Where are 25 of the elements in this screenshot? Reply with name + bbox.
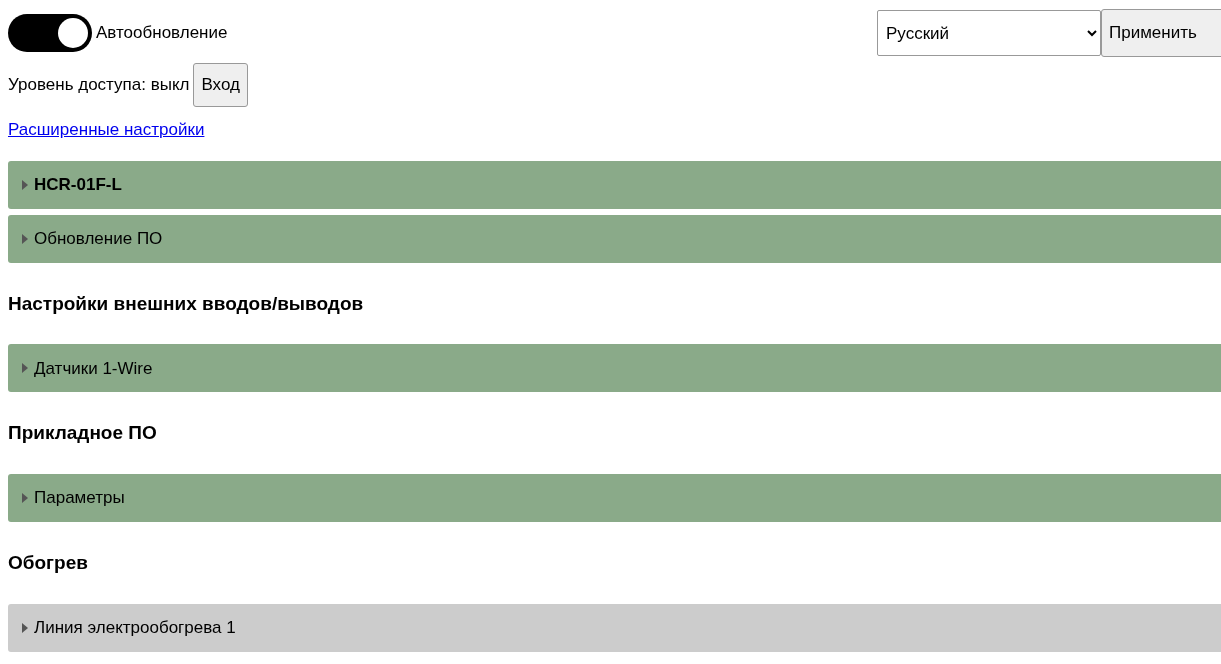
login-button[interactable]: Вход [193,63,248,107]
collapsible-panel[interactable]: Линия электрообогрева 1 [8,603,1221,652]
toggle-label: Автообновление [96,22,228,45]
caret-icon [22,233,28,244]
apply-button[interactable]: Применить [1101,9,1221,57]
caret-icon [22,493,28,504]
advanced-settings-link[interactable]: Расширенные настройки [8,117,205,143]
collapsible-panel[interactable]: Датчики 1-Wire [8,344,1221,393]
toggle-switch[interactable] [8,14,92,52]
caret-icon [22,622,28,633]
access-level-text: Уровень доступа: выкл [8,74,190,97]
collapsible-panel[interactable]: Обновление ПО [8,214,1221,263]
panel-title: Обновление ПО [34,227,163,250]
collapsible-panel[interactable]: HCR-01F-L [8,160,1221,209]
panel-title: HCR-01F-L [34,173,122,196]
section-heading: Прикладное ПО [8,422,158,446]
section-heading: Настройки внешних вводов/выводов [8,292,365,316]
caret-icon [22,179,28,190]
panel-title: Линия электрообогрева 1 [34,617,236,640]
section-heading: Обогрев [8,552,89,575]
panel-title: Параметры [34,487,125,510]
panel-title: Датчики 1-Wire [34,357,153,380]
language-select[interactable]: Русский [877,10,1101,56]
caret-icon [22,363,28,374]
collapsible-panel[interactable]: Параметры [8,474,1221,523]
